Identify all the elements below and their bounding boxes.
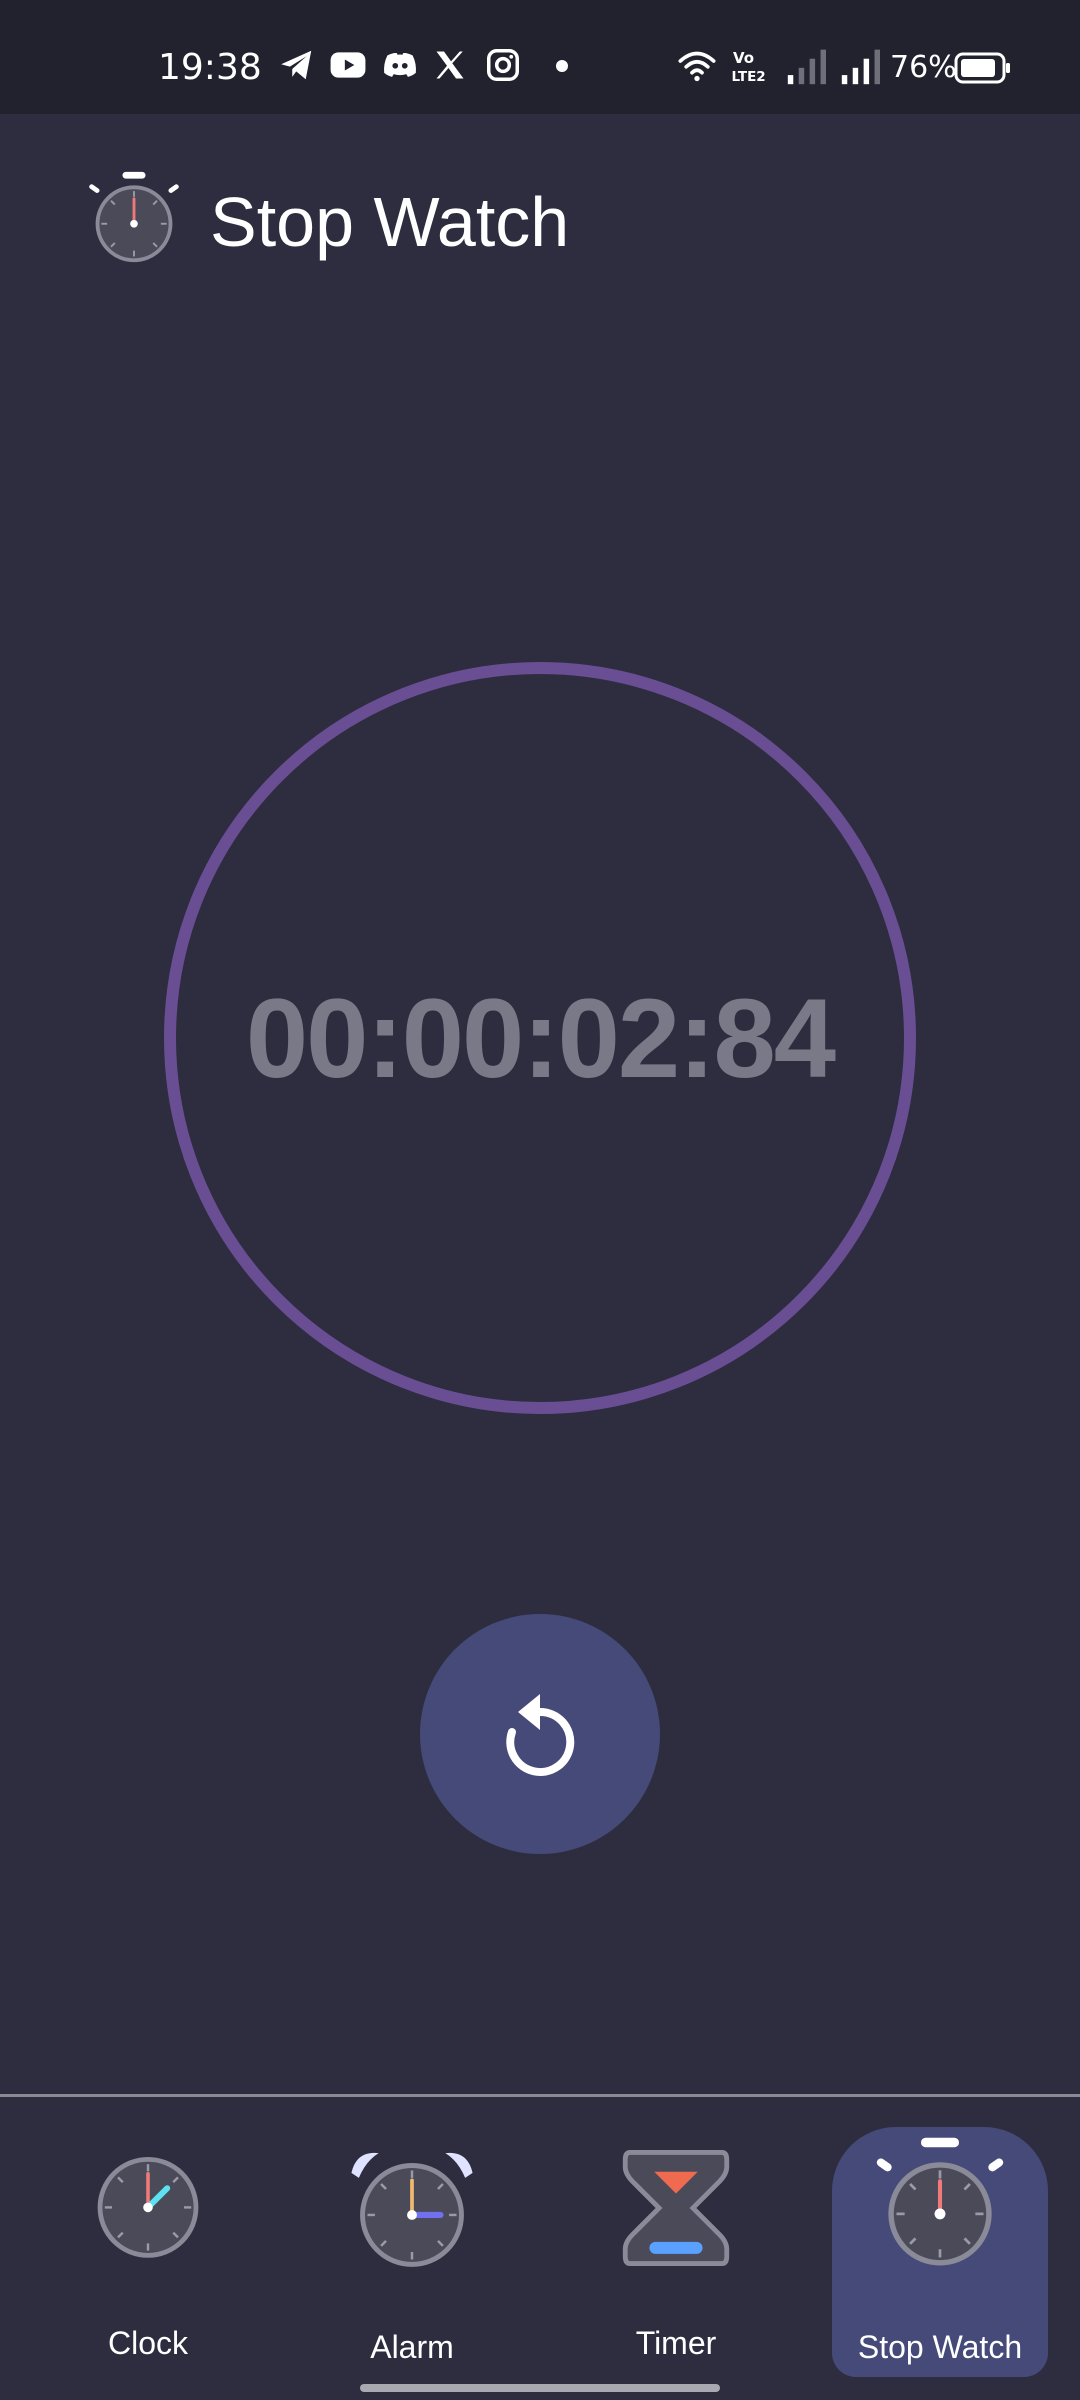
stopwatch-icon	[876, 2137, 1004, 2266]
signal-icon	[841, 49, 880, 85]
nav-label-timer: Timer	[635, 2325, 717, 2361]
home-indicator[interactable]	[360, 2384, 720, 2392]
reset-icon	[506, 1694, 575, 1776]
stopwatch-screen: 19:38 Vo LTE2 76% Stop Watch 00:00:02:84…	[0, 0, 1080, 2400]
volte-icon: Vo LTE2	[732, 49, 766, 85]
nav-item-stopwatch[interactable]: Stop Watch	[832, 2127, 1048, 2377]
youtube-icon	[330, 52, 366, 78]
battery-icon	[954, 52, 1010, 84]
nav-item-clock[interactable]: Clock	[38, 2127, 258, 2387]
signal-icon	[787, 49, 826, 85]
status-bar: 19:38 Vo LTE2 76%	[0, 0, 1080, 114]
wifi-icon	[678, 51, 716, 82]
app-header: Stop Watch	[0, 114, 1080, 314]
nav-item-alarm[interactable]: Alarm	[302, 2127, 522, 2387]
nav-label-clock: Clock	[107, 2325, 188, 2361]
x-icon	[436, 51, 464, 79]
svg-text:LTE2: LTE2	[732, 69, 766, 85]
instagram-icon	[487, 49, 519, 81]
elapsed-time: 00:00:02:84	[245, 975, 836, 1101]
nav-label-alarm: Alarm	[370, 2329, 454, 2365]
clock-icon	[97, 2157, 199, 2258]
dot-icon	[556, 60, 568, 72]
nav-label-stopwatch: Stop Watch	[857, 2329, 1023, 2365]
nav-item-timer[interactable]: Timer	[566, 2127, 786, 2387]
stopwatch-icon	[89, 171, 179, 263]
page-title: Stop Watch	[210, 183, 570, 261]
reset-button[interactable]	[420, 1614, 660, 1854]
alarm-clock-icon	[351, 2152, 473, 2267]
telegram-icon	[281, 50, 312, 80]
svg-text:Vo: Vo	[733, 49, 754, 67]
battery-percentage: 76%	[890, 50, 957, 85]
status-time: 19:38	[158, 47, 262, 88]
bottom-navigation: Clock Alarm Timer Stop Watch	[0, 2094, 1080, 2400]
hourglass-icon	[622, 2150, 730, 2266]
discord-icon	[384, 52, 416, 77]
stopwatch-ring: 00:00:02:84	[164, 662, 916, 1414]
